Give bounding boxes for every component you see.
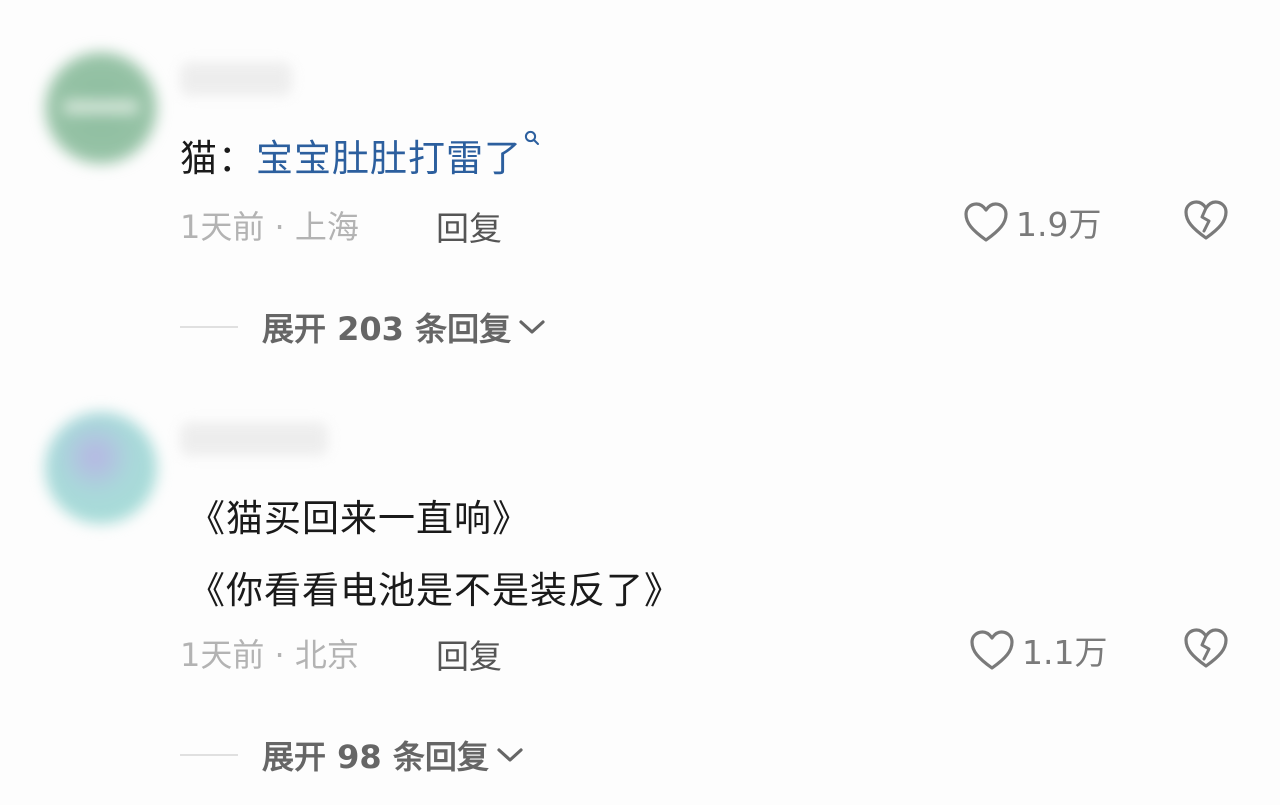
expand-replies-label: 展开 98 条回复	[262, 738, 489, 776]
comment-location: 上海	[294, 208, 359, 246]
comment-time: 1天前	[180, 208, 265, 246]
like-count: 1.1万	[1022, 633, 1108, 672]
dislike-button[interactable]	[1182, 198, 1230, 246]
like-button[interactable]: 1.9万	[962, 198, 1101, 246]
comment-text: 猫：宝宝肚肚打雷了	[180, 128, 540, 182]
search-highlight-link[interactable]: 宝宝肚肚打雷了	[256, 137, 522, 180]
username-blurred[interactable]	[180, 422, 328, 456]
comment-meta: 1天前 · 上海	[180, 202, 359, 248]
heart-icon	[964, 202, 1008, 242]
chevron-down-icon	[519, 320, 545, 334]
comment-text-line: 《你看看电池是不是装反了》	[188, 569, 682, 612]
like-button[interactable]: 1.1万	[968, 626, 1107, 674]
broken-heart-icon	[1184, 628, 1228, 668]
comment-text-prefix: 猫：	[180, 137, 256, 180]
divider-line	[180, 326, 238, 328]
comment-text-line: 《猫买回来一直响》	[188, 497, 530, 540]
username-blurred[interactable]	[180, 62, 292, 96]
meta-separator: ·	[264, 636, 295, 674]
like-count: 1.9万	[1016, 205, 1102, 244]
comment-list: 猫：宝宝肚肚打雷了 1天前 · 上海 回复 1.9万 展开 203 条回复 《猫…	[0, 0, 1280, 805]
expand-replies-label: 展开 203 条回复	[262, 310, 512, 348]
chevron-down-icon	[497, 748, 523, 762]
comment-meta: 1天前 · 北京	[180, 630, 359, 676]
expand-replies[interactable]: 展开 203 条回复	[180, 304, 547, 350]
comment-location: 北京	[294, 636, 359, 674]
meta-separator: ·	[264, 208, 295, 246]
reply-button[interactable]: 回复	[436, 202, 502, 250]
reply-button[interactable]: 回复	[436, 630, 502, 678]
comment-time: 1天前	[180, 636, 265, 674]
expand-replies[interactable]: 展开 98 条回复	[180, 732, 525, 778]
search-icon[interactable]	[522, 128, 540, 158]
broken-heart-icon	[1184, 200, 1228, 240]
avatar[interactable]	[45, 412, 157, 524]
avatar[interactable]	[45, 52, 157, 164]
heart-icon	[970, 630, 1014, 670]
dislike-button[interactable]	[1182, 626, 1230, 674]
divider-line	[180, 754, 238, 756]
